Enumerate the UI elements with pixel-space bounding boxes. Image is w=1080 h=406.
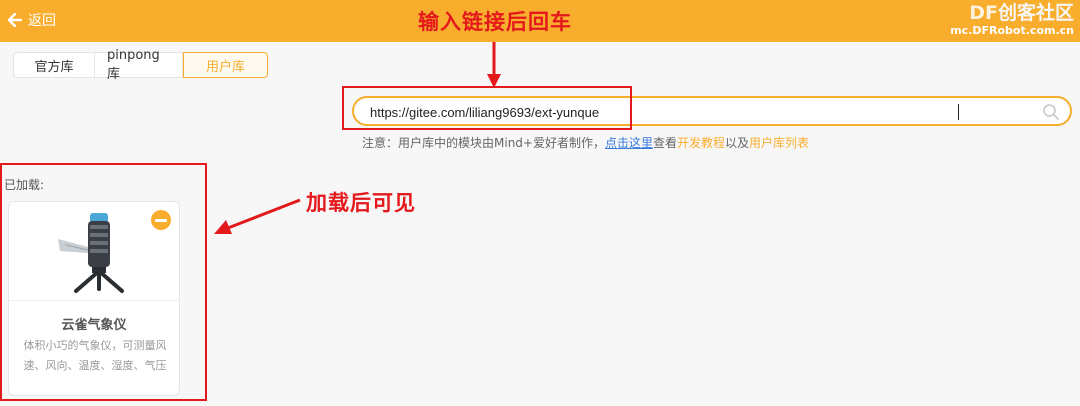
annotation-highlight-search [342,86,632,130]
page: 返回 输入链接后回车 DF创客社区 mc.DFRobot.com.cn 官方库 … [0,0,1080,406]
arrow-left-icon [8,13,22,27]
annotation-visible-after-load: 加载后可见 [306,191,416,215]
dev-tutorial-link[interactable]: 开发教程 [677,136,725,150]
top-bar: 返回 输入链接后回车 DF创客社区 mc.DFRobot.com.cn [0,0,1080,42]
library-tabs: 官方库 pinpong库 用户库 [13,48,268,82]
back-button[interactable]: 返回 [8,10,56,30]
notice-text: 注意：用户库中的模块由Mind+爱好者制作，点击这里查看开发教程以及用户库列表 [362,134,809,151]
logo-text: 创客社区 [997,2,1074,24]
annotation-enter-link: 输入链接后回车 [418,10,572,34]
dfrobot-logo: DF创客社区 mc.DFRobot.com.cn [950,2,1074,38]
tab-pinpong-library[interactable]: pinpong库 [95,48,183,82]
notice-view: 查看 [652,136,677,150]
search-icon[interactable] [1042,103,1060,121]
notice-prefix: 注意：用户库中的模块由Mind+爱好者制作， [362,136,605,150]
logo-df: DF [969,2,998,24]
tab-user-library[interactable]: 用户库 [183,52,268,78]
tab-official-library[interactable]: 官方库 [13,52,95,78]
text-caret [958,104,959,120]
annotation-arrow-down [487,42,501,88]
annotation-highlight-loaded [0,163,207,401]
back-label: 返回 [28,13,56,29]
user-library-list-link[interactable]: 用户库列表 [749,136,809,150]
click-here-link[interactable]: 点击这里 [605,136,653,150]
logo-url: mc.DFRobot.com.cn [950,24,1074,37]
annotation-arrow-left [214,198,301,234]
notice-and: 以及 [725,136,750,150]
